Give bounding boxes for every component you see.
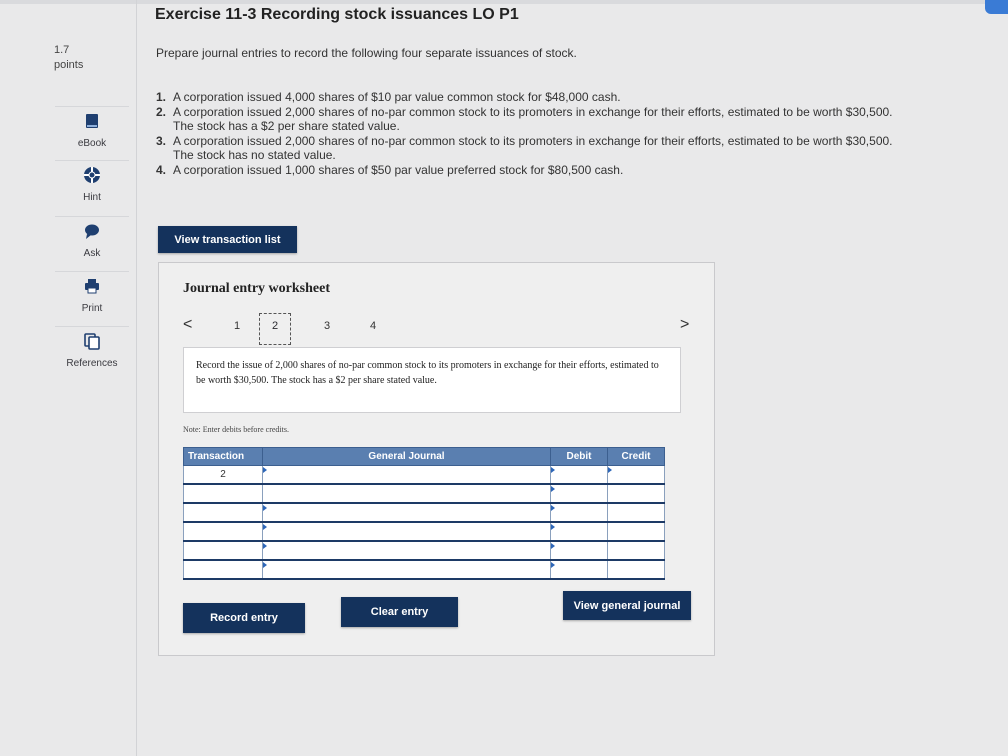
view-general-journal-button[interactable]: View general journal [563,591,691,620]
transaction-cell [183,560,263,580]
cell-marker-icon [551,524,555,530]
cell-marker-icon [551,486,555,492]
account-input[interactable] [262,503,551,523]
table-row [183,560,665,580]
journal-worksheet: Journal entry worksheet < 1 2 3 4 > Reco… [158,262,715,656]
next-arrow-icon[interactable]: > [680,316,689,334]
cell-marker-icon [263,524,267,530]
transaction-cell: 2 [183,465,263,485]
cell-marker-icon [551,467,555,473]
page-4-tab[interactable]: 4 [370,320,376,332]
header-debit: Debit [550,447,608,466]
table-row [183,541,665,561]
references-label: References [66,358,118,369]
cell-marker-icon [263,543,267,549]
hint-label: Hint [83,192,101,203]
transaction-cell [183,503,263,523]
worksheet-title: Journal entry worksheet [183,281,330,296]
print-label: Print [81,303,103,314]
print-button[interactable]: Print [55,271,129,320]
page-2-tab-active[interactable]: 2 [259,313,291,345]
credit-input[interactable] [607,503,665,523]
debit-input[interactable] [550,522,608,542]
debit-input[interactable] [550,560,608,580]
book-icon [86,114,98,128]
references-button[interactable]: References [55,326,129,375]
debit-input[interactable] [550,541,608,561]
problem-item: 3. A corporation issued 2,000 shares of n… [156,134,893,162]
transaction-cell [183,484,263,504]
cell-marker-icon [608,467,612,473]
chat-bubble-icon [85,224,99,239]
corner-badge[interactable] [985,0,1008,14]
cell-marker-icon [551,543,555,549]
header-general-journal: General Journal [262,447,551,466]
cell-marker-icon [551,562,555,568]
ebook-button[interactable]: eBook [55,106,129,155]
header-transaction: Transaction [183,447,263,466]
cell-marker-icon [263,562,267,568]
debit-input[interactable] [550,503,608,523]
problem-item: 4. A corporation issued 1,000 shares of $… [156,163,624,177]
hint-button[interactable]: Hint [55,160,129,209]
table-row [183,522,665,542]
record-entry-button[interactable]: Record entry [183,603,305,633]
clear-entry-button[interactable]: Clear entry [341,597,458,627]
sidebar-divider [136,0,137,756]
ebook-label: eBook [77,138,107,149]
ask-button[interactable]: Ask [55,216,129,265]
cell-marker-icon [551,505,555,511]
account-input[interactable] [262,484,551,504]
documents-icon [84,333,100,350]
ask-label: Ask [83,248,101,259]
lifebuoy-icon [84,167,100,183]
page-3-tab[interactable]: 3 [324,320,330,332]
table-header-row: Transaction General Journal Debit Credit [183,447,665,466]
worksheet-pager: < 1 2 3 4 > [183,313,693,347]
points-value: 1.7 [54,44,70,56]
printer-icon [85,279,99,294]
header-credit: Credit [607,447,665,466]
account-input[interactable] [262,465,551,485]
page-title: Exercise 11-3 Recording stock issuances … [155,6,519,23]
problem-list: 1. A corporation issued 4,000 shares of $… [156,90,901,178]
problem-item: 2. A corporation issued 2,000 shares of n… [156,105,893,133]
problem-item: 1. A corporation issued 4,000 shares of $… [156,90,621,104]
debit-credit-note: Note: Enter debits before credits. [183,425,289,434]
credit-input[interactable] [607,522,665,542]
credit-input[interactable] [607,541,665,561]
general-journal-table: Transaction General Journal Debit Credit… [183,447,665,580]
page-1-tab[interactable]: 1 [234,320,240,332]
debit-input[interactable] [550,465,608,485]
problem-prompt: Prepare journal entries to record the fo… [156,46,577,60]
cell-marker-icon [263,505,267,511]
transaction-cell [183,522,263,542]
view-transaction-list-button[interactable]: View transaction list [158,226,297,253]
table-row [183,484,665,504]
top-edge-bar [0,0,1008,4]
credit-input[interactable] [607,560,665,580]
table-row: 2 [183,465,665,485]
transaction-cell [183,541,263,561]
account-input[interactable] [262,522,551,542]
prev-arrow-icon[interactable]: < [183,316,192,334]
credit-input[interactable] [607,484,665,504]
points-label: points [54,59,84,71]
cell-marker-icon [263,467,267,473]
debit-input[interactable] [550,484,608,504]
table-row [183,503,665,523]
credit-input[interactable] [607,465,665,485]
account-input[interactable] [262,541,551,561]
transaction-description: Record the issue of 2,000 shares of no-p… [183,347,681,413]
account-input[interactable] [262,560,551,580]
